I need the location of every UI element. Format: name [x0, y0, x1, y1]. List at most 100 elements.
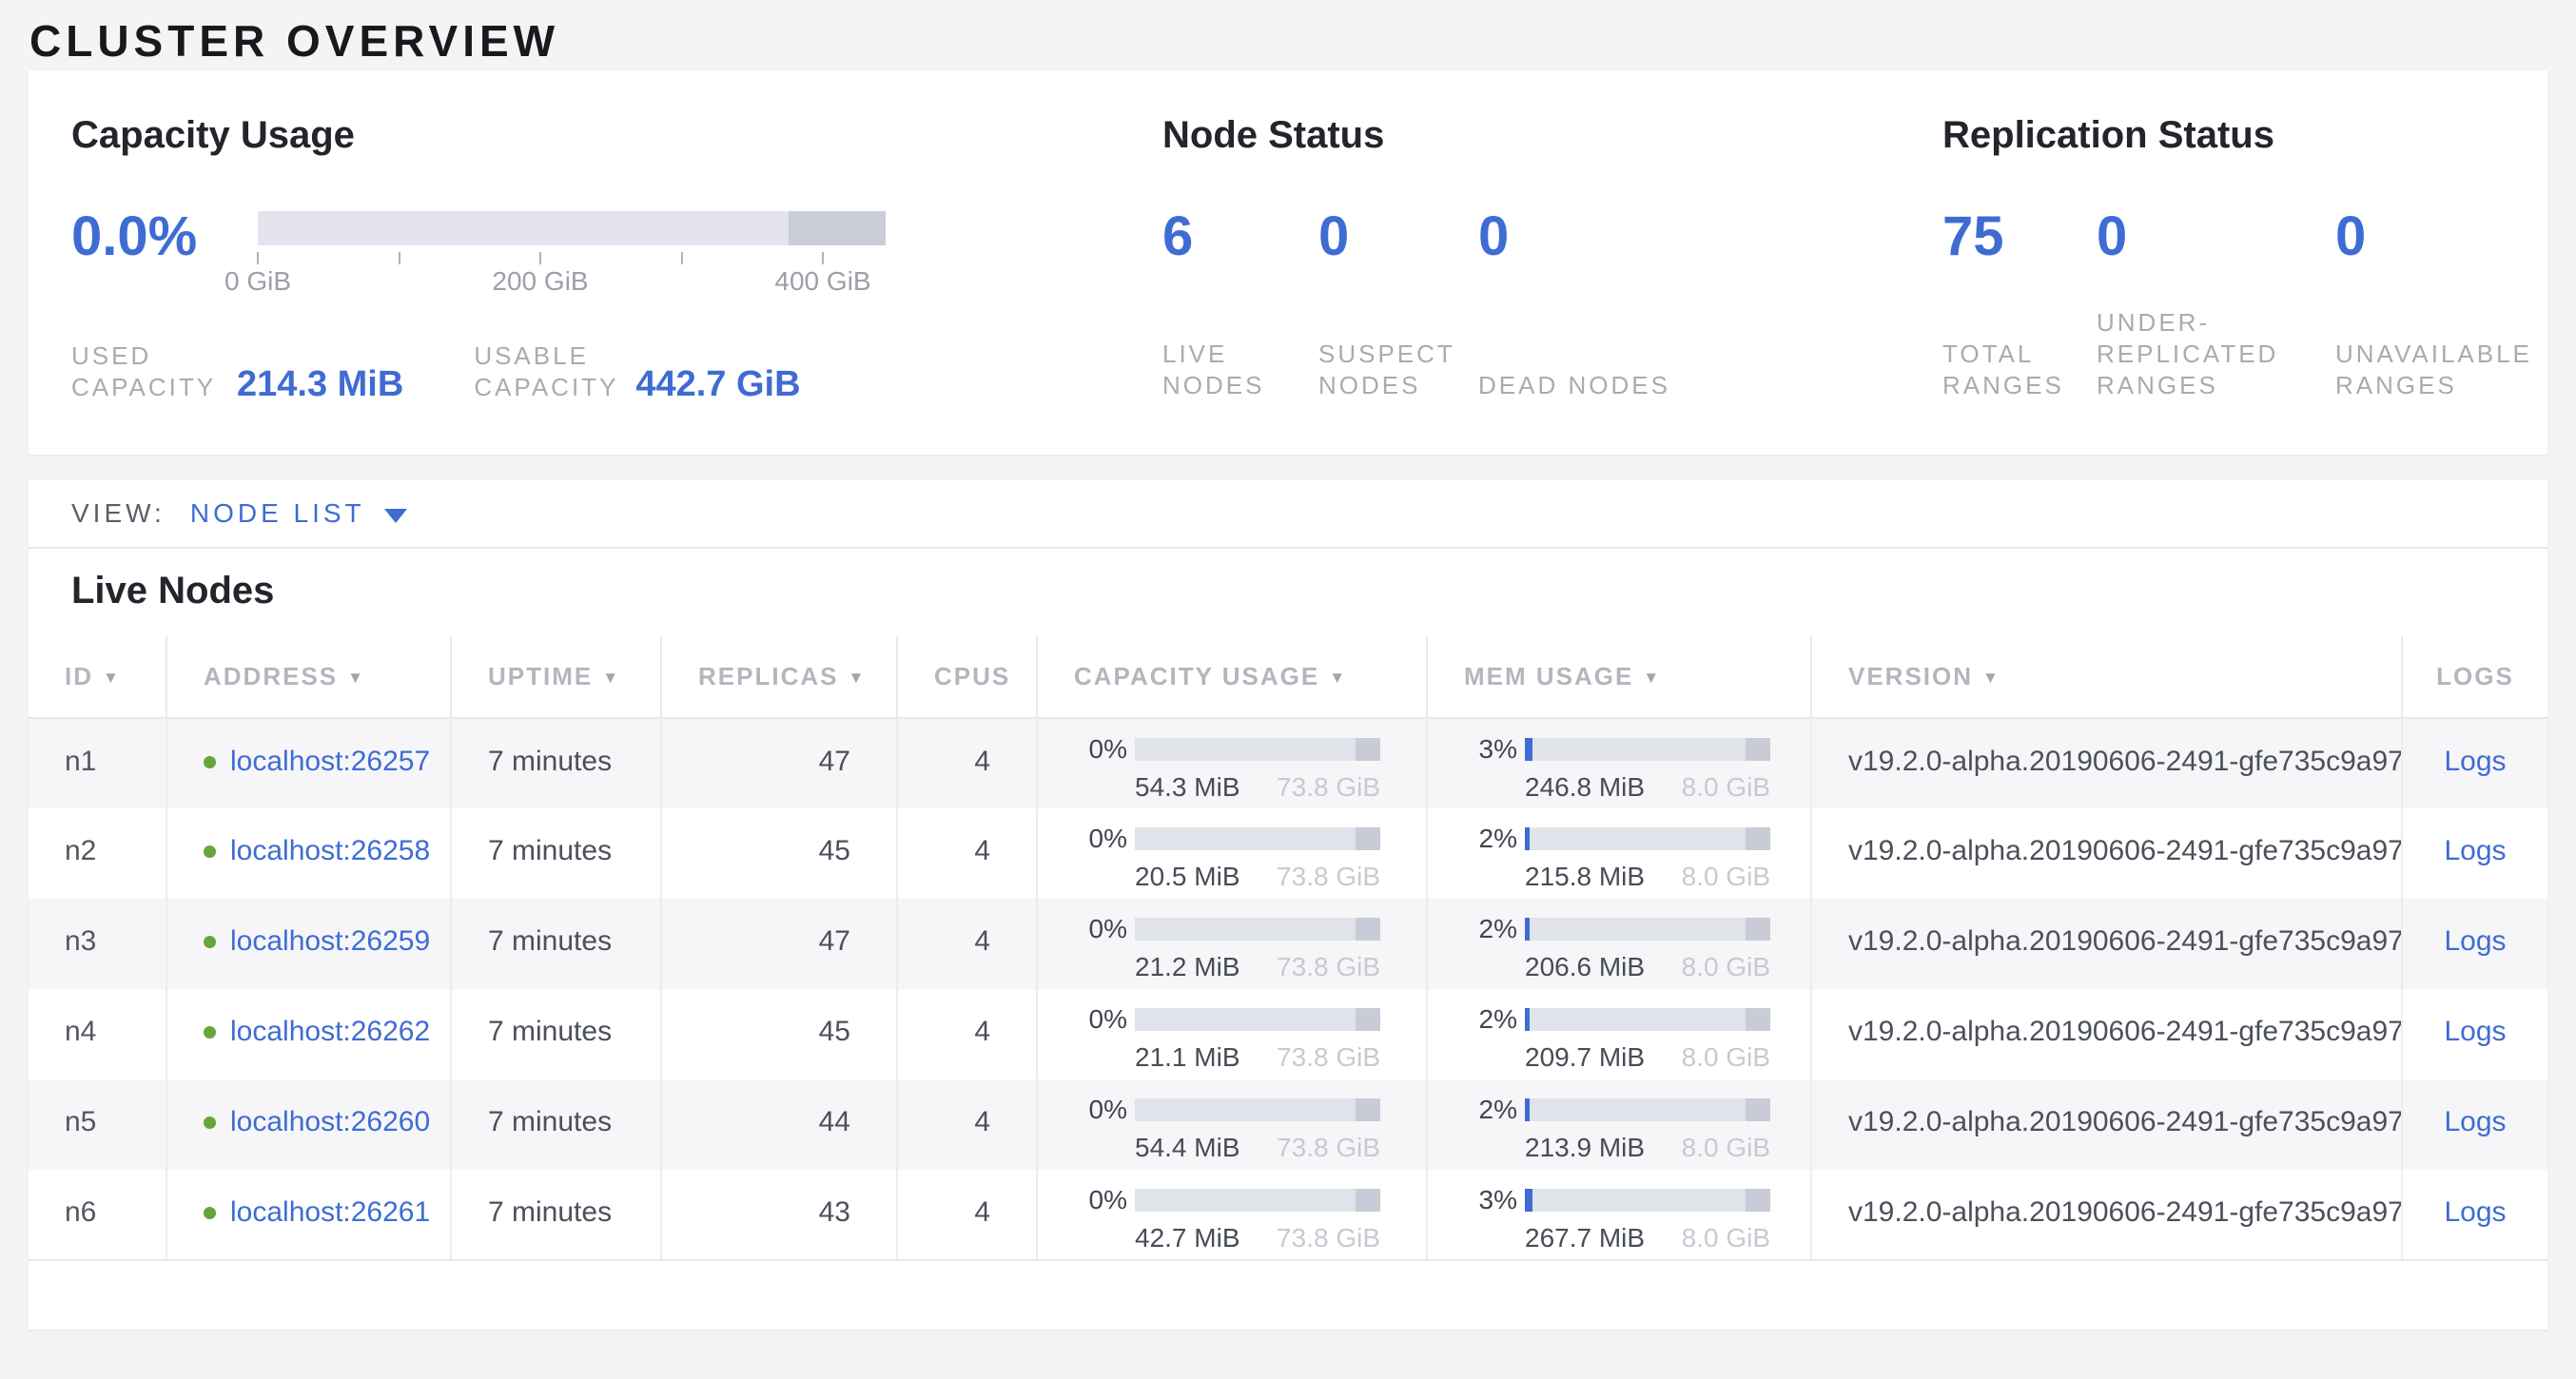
usage-percent: 0% — [1072, 1004, 1127, 1035]
column-header-version[interactable]: VERSION▼ — [1811, 636, 2402, 718]
node-logs-link[interactable]: Logs — [2444, 925, 2506, 957]
node-address-link[interactable]: localhost:26257 — [230, 746, 430, 778]
node-address-link[interactable]: localhost:26260 — [230, 1106, 430, 1138]
usage-bar-dark-segment — [1356, 1098, 1380, 1121]
usage-bar — [1135, 1098, 1380, 1121]
capacity-bar-dark-segment — [789, 211, 886, 245]
node-uptime: 7 minutes — [488, 746, 612, 777]
column-header-cpus: CPUS — [897, 636, 1037, 718]
usage-bar — [1135, 918, 1380, 941]
column-header-mem[interactable]: MEM USAGE▼ — [1427, 636, 1811, 718]
column-header-label: UPTIME — [488, 662, 593, 690]
node-replicas: 43 — [819, 1196, 850, 1228]
node-status-item: 6 LIVE NODES — [1162, 205, 1318, 401]
capacity-metric: USABLE CAPACITY442.7 GiB — [474, 340, 800, 403]
usage-total-value: 8.0 GiB — [1682, 862, 1770, 892]
node-version: v19.2.0-alpha.20190606-2491-gfe735c9a97 — [1848, 925, 2401, 958]
usage-bar — [1525, 918, 1770, 941]
node-uptime: 7 minutes — [488, 1016, 612, 1047]
node-address-link[interactable]: localhost:26259 — [230, 925, 430, 958]
metric-label: USABLE CAPACITY — [474, 340, 632, 403]
usage-bar-dark-segment — [1746, 1008, 1770, 1031]
node-address-link[interactable]: localhost:26262 — [230, 1016, 430, 1048]
capacity-usage-section: Capacity Usage 0.0% 0 GiB200 GiB400 GiB … — [71, 112, 1161, 403]
usage-bar-fill — [1525, 827, 1530, 850]
node-logs-link[interactable]: Logs — [2444, 1016, 2506, 1047]
capacity-axis-tick — [257, 252, 259, 264]
node-status-section: Node Status 6LIVE NODES0SUSPECT NODES0DE… — [1162, 112, 1942, 401]
usage-bar — [1135, 1189, 1380, 1212]
node-replicas: 44 — [819, 1106, 850, 1137]
node-version: v19.2.0-alpha.20190606-2491-gfe735c9a97 — [1848, 746, 2401, 778]
column-header-label: REPLICAS — [698, 662, 838, 690]
capacity-axis-label: 0 GiB — [224, 266, 291, 297]
usage-total-value: 73.8 GiB — [1277, 952, 1380, 982]
node-status-label: LIVE NODES — [1162, 339, 1318, 401]
column-header-label: CPUS — [934, 662, 1010, 690]
column-header-logs: LOGS — [2402, 636, 2547, 718]
usage-bar — [1135, 827, 1380, 850]
capacity-metric: USED CAPACITY214.3 MiB — [71, 340, 403, 403]
column-header-capacity[interactable]: CAPACITY USAGE▼ — [1037, 636, 1427, 718]
usage-used-value: 54.3 MiB — [1135, 772, 1240, 803]
capacity-axis-tick — [822, 252, 824, 264]
usage-bar-dark-segment — [1746, 738, 1770, 761]
metric-value: 442.7 GiB — [635, 365, 800, 403]
column-header-address[interactable]: ADDRESS▼ — [166, 636, 451, 718]
node-status-item: 0SUSPECT NODES — [1318, 205, 1478, 401]
usage-bar-fill — [1525, 1098, 1530, 1121]
node-status-label: DEAD NODES — [1478, 370, 1688, 401]
replication-label: UNAVAILABLE RANGES — [2335, 339, 2576, 401]
node-id: n1 — [65, 746, 96, 777]
capacity-axis-tick — [539, 252, 541, 264]
node-id: n6 — [65, 1196, 96, 1228]
usage-percent: 3% — [1462, 734, 1517, 765]
capacity-axis-tick — [681, 252, 683, 264]
node-logs-link[interactable]: Logs — [2444, 1106, 2506, 1137]
usage-total-value: 73.8 GiB — [1277, 1223, 1380, 1253]
replication-item: 75TOTAL RANGES — [1942, 205, 2097, 401]
usage-meter: 3%246.8 MiB8.0 GiB — [1462, 734, 1776, 803]
replication-status-title: Replication Status — [1942, 112, 2576, 158]
node-logs-link[interactable]: Logs — [2444, 835, 2506, 866]
node-address-link[interactable]: localhost:26258 — [230, 835, 430, 867]
column-header-uptime[interactable]: UPTIME▼ — [451, 636, 661, 718]
node-id: n5 — [65, 1106, 96, 1137]
column-header-replicas[interactable]: REPLICAS▼ — [661, 636, 897, 718]
replication-item: 0 UNAVAILABLE RANGES — [2335, 205, 2576, 401]
usage-used-value: 21.1 MiB — [1135, 1042, 1240, 1073]
usage-bar — [1525, 1189, 1770, 1212]
node-logs-link[interactable]: Logs — [2444, 1196, 2506, 1228]
node-uptime: 7 minutes — [488, 1106, 612, 1137]
cluster-overview-page: CLUSTER OVERVIEW Capacity Usage 0.0% 0 G… — [0, 0, 2576, 1379]
replication-value: 0 — [2335, 205, 2576, 268]
replication-status-section: Replication Status 75TOTAL RANGES0UNDER-… — [1942, 112, 2576, 401]
view-selector-dropdown[interactable]: NODE LIST — [190, 498, 407, 529]
usage-bar — [1135, 738, 1380, 761]
column-header-label: CAPACITY USAGE — [1074, 662, 1319, 690]
usage-meter: 2%213.9 MiB8.0 GiB — [1462, 1095, 1776, 1163]
usage-total-value: 8.0 GiB — [1682, 772, 1770, 803]
node-status-value: 6 — [1162, 205, 1318, 268]
node-address-link[interactable]: localhost:26261 — [230, 1196, 430, 1229]
usage-total-value: 73.8 GiB — [1277, 1042, 1380, 1073]
usage-bar-dark-segment — [1356, 827, 1380, 850]
node-replicas: 47 — [819, 925, 850, 957]
capacity-axis-labels: 0 GiB200 GiB400 GiB — [258, 266, 886, 295]
capacity-axis-label: 200 GiB — [492, 266, 588, 297]
node-logs-link[interactable]: Logs — [2444, 746, 2506, 777]
live-status-icon — [204, 756, 216, 768]
usage-percent: 0% — [1072, 734, 1127, 765]
node-cpus: 4 — [974, 835, 990, 866]
view-selected-value: NODE LIST — [190, 498, 365, 529]
column-header-label: LOGS — [2436, 662, 2514, 690]
metric-label: USED CAPACITY — [71, 340, 233, 403]
node-id: n4 — [65, 1016, 96, 1047]
usage-total-value: 73.8 GiB — [1277, 862, 1380, 892]
node-cpus: 4 — [974, 1106, 990, 1137]
column-header-label: ADDRESS — [204, 662, 338, 690]
column-header-id[interactable]: ID▼ — [29, 636, 166, 718]
usage-total-value: 8.0 GiB — [1682, 952, 1770, 982]
chevron-down-icon — [384, 509, 407, 523]
usage-meter: 2%209.7 MiB8.0 GiB — [1462, 1004, 1776, 1073]
